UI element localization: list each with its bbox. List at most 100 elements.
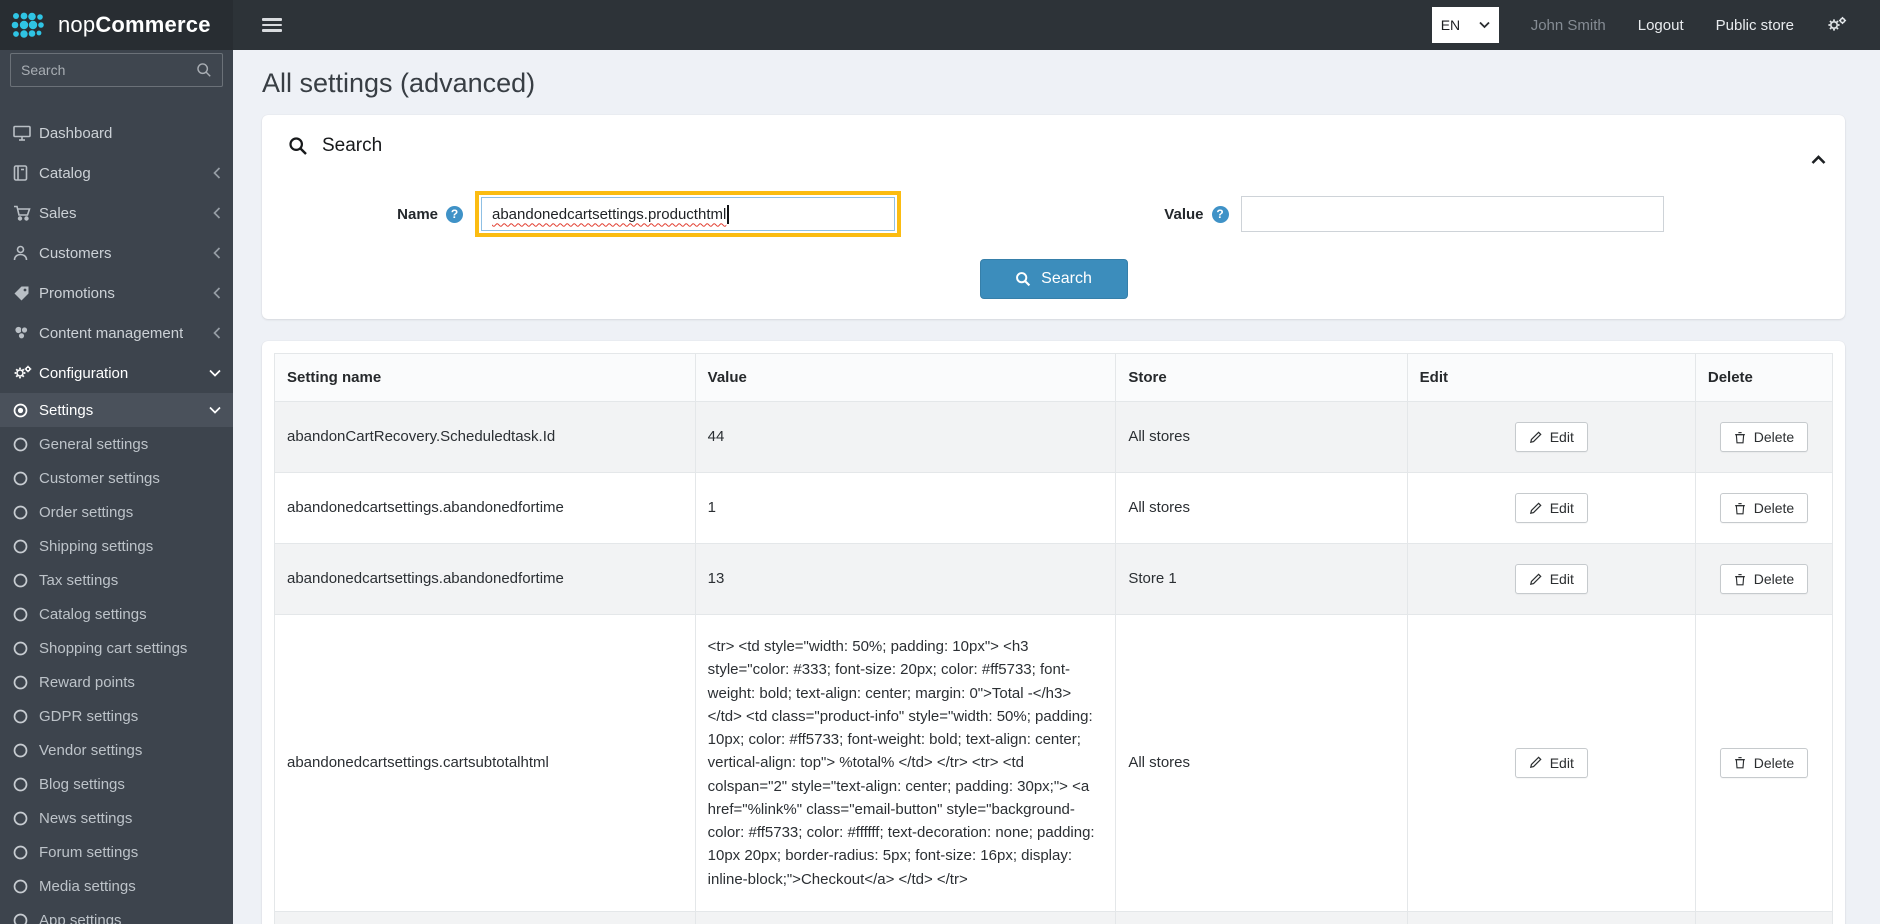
top-bar: nopCommerce EN John Smith Logout Public … (0, 0, 1880, 50)
nopcommerce-logo[interactable]: nopCommerce (0, 0, 233, 50)
text-caret (727, 205, 729, 224)
delete-button-label: Delete (1754, 429, 1794, 445)
sidebar-item-label: Sales (39, 205, 77, 222)
value-cell: <style> /* Basic Reset */ body, table, t… (695, 911, 1116, 924)
chevron-left-icon (213, 247, 221, 259)
value-input[interactable] (1241, 196, 1664, 232)
sidebar-item-label: Order settings (39, 504, 133, 521)
sidebar-item-vendor-settings[interactable]: Vendor settings (0, 733, 233, 767)
sidebar-item-catalog-settings[interactable]: Catalog settings (0, 597, 233, 631)
user-name: John Smith (1531, 17, 1606, 34)
sidebar-item-dashboard[interactable]: Dashboard (0, 113, 233, 153)
table-row: <style> /* Basic Reset */ body, table, t… (275, 911, 1833, 924)
tag-icon (13, 285, 39, 301)
sidebar-search-box[interactable] (10, 53, 223, 87)
table-header-row: Setting name Value Store Edit Delete (275, 354, 1833, 402)
delete-button[interactable]: Delete (1720, 422, 1808, 452)
sidebar-item-order-settings[interactable]: Order settings (0, 495, 233, 529)
logout-link[interactable]: Logout (1638, 17, 1684, 34)
sidebar-item-media-settings[interactable]: Media settings (0, 869, 233, 903)
sidebar-item-blog-settings[interactable]: Blog settings (0, 767, 233, 801)
trash-icon (1734, 573, 1746, 586)
topbar-right: EN John Smith Logout Public store (1432, 7, 1880, 43)
chevron-up-icon[interactable] (1811, 155, 1826, 165)
sidebar-item-gdpr-settings[interactable]: GDPR settings (0, 699, 233, 733)
trash-icon (1734, 502, 1746, 515)
book-icon (13, 165, 39, 181)
sidebar-item-sales[interactable]: Sales (0, 193, 233, 233)
gears-icon[interactable] (1826, 16, 1848, 34)
table-row: abandonedcartsettings.abandonedfortime 1… (275, 544, 1833, 615)
sidebar-item-forum-settings[interactable]: Forum settings (0, 835, 233, 869)
language-select[interactable]: EN (1432, 7, 1499, 43)
user-icon (13, 245, 39, 261)
sidebar-item-tax-settings[interactable]: Tax settings (0, 563, 233, 597)
search-panel-title: Search (322, 135, 382, 157)
sidebar-item-label: Media settings (39, 878, 136, 895)
sidebar-item-reward-points[interactable]: Reward points (0, 665, 233, 699)
help-icon[interactable]: ? (1212, 206, 1229, 223)
store-cell: Store 1 (1116, 544, 1407, 615)
edit-button-label: Edit (1550, 571, 1574, 587)
chevron-left-icon (213, 207, 221, 219)
cart-icon (13, 205, 39, 221)
sidebar-item-content-management[interactable]: Content management (0, 313, 233, 353)
sidebar-item-label: Dashboard (39, 125, 112, 142)
sidebar-item-news-settings[interactable]: News settings (0, 801, 233, 835)
column-header-setting-name: Setting name (275, 354, 696, 402)
sidebar-item-general-settings[interactable]: General settings (0, 427, 233, 461)
edit-button[interactable]: Edit (1515, 564, 1588, 594)
cubes-icon (13, 325, 39, 341)
search-icon (1015, 271, 1031, 287)
sidebar-item-shopping-cart-settings[interactable]: Shopping cart settings (0, 631, 233, 665)
edit-button[interactable]: Edit (1515, 493, 1588, 523)
chevron-left-icon (213, 287, 221, 299)
sidebar-item-customers[interactable]: Customers (0, 233, 233, 273)
main-content: All settings (advanced) Search Name ? ab… (233, 50, 1880, 924)
sidebar-item-catalog[interactable]: Catalog (0, 153, 233, 193)
value-field-group: Value ? (1054, 191, 1820, 237)
delete-button[interactable]: Delete (1720, 493, 1808, 523)
name-input[interactable]: abandonedcartsettings.producthtml (481, 197, 895, 231)
value-cell: 1 (695, 473, 1116, 544)
circle-icon (13, 471, 39, 486)
sidebar-item-label: Vendor settings (39, 742, 142, 759)
delete-button-label: Delete (1754, 755, 1794, 771)
circle-icon (13, 777, 39, 792)
circle-icon (13, 913, 39, 924)
edit-button[interactable]: Edit (1515, 748, 1588, 778)
help-icon[interactable]: ? (446, 206, 463, 223)
sidebar-item-app-settings[interactable]: App settings (0, 903, 233, 924)
column-header-value: Value (695, 354, 1116, 402)
public-store-link[interactable]: Public store (1716, 17, 1794, 34)
search-button[interactable]: Search (980, 259, 1128, 299)
sidebar-search-input[interactable] (21, 62, 191, 78)
sidebar-item-settings[interactable]: Settings (0, 393, 233, 427)
search-button-label: Search (1041, 270, 1092, 288)
sidebar-item-label: Blog settings (39, 776, 125, 793)
chevron-down-icon (209, 369, 221, 377)
sidebar-menu: Dashboard Catalog Sales Customers (0, 87, 233, 924)
sidebar-item-label: News settings (39, 810, 132, 827)
sidebar-item-shipping-settings[interactable]: Shipping settings (0, 529, 233, 563)
store-cell (1116, 911, 1407, 924)
sidebar-item-customer-settings[interactable]: Customer settings (0, 461, 233, 495)
edit-button[interactable]: Edit (1515, 422, 1588, 452)
dashboard-icon (13, 125, 39, 141)
sidebar-item-configuration[interactable]: Configuration (0, 353, 233, 393)
circle-icon (13, 437, 39, 452)
sidebar-item-promotions[interactable]: Promotions (0, 273, 233, 313)
setting-name-cell: abandonedcartsettings.abandonedfortime (275, 473, 696, 544)
sidebar-item-label: Content management (39, 325, 183, 342)
sidebar-item-label: Promotions (39, 285, 115, 302)
circle-icon (13, 845, 39, 860)
sidebar-item-label: Catalog settings (39, 606, 147, 623)
hamburger-menu-button[interactable] (262, 15, 282, 36)
delete-button[interactable]: Delete (1720, 748, 1808, 778)
value-label: Value (1054, 206, 1204, 223)
chevron-down-icon (209, 406, 221, 414)
search-panel: Search Name ? abandonedcartsettings.prod… (262, 115, 1845, 319)
delete-button[interactable]: Delete (1720, 564, 1808, 594)
circle-icon (13, 539, 39, 554)
delete-button-label: Delete (1754, 571, 1794, 587)
